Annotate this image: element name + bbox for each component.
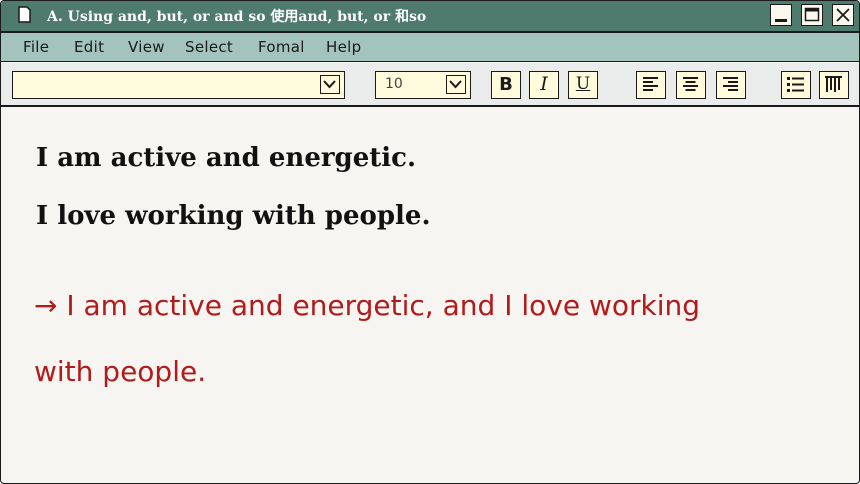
columns-icon [825,76,842,92]
minimize-button[interactable] [770,4,792,26]
bullet-list-icon [787,77,804,92]
sentence-one: I am active and energetic. [36,143,417,173]
align-left-icon [643,77,658,91]
menu-file[interactable]: File [23,38,49,56]
toolbar: 10 B I U [1,63,859,107]
document-area[interactable]: I am active and energetic. I love workin… [1,107,859,483]
chevron-down-icon [323,80,336,89]
title-bar[interactable]: A. Using and, but, or and so 使用and, but,… [1,1,859,33]
font-dropdown-button[interactable] [320,75,340,94]
underline-button[interactable]: U [568,71,598,99]
underline-label: U [575,74,591,94]
maximize-icon [804,7,820,22]
menu-format[interactable]: Fomal [258,38,305,56]
font-family-select[interactable] [12,71,345,99]
menu-select[interactable]: Select [185,38,233,56]
columns-button[interactable] [819,71,849,99]
maximize-button[interactable] [801,4,823,26]
font-size-value: 10 [385,76,403,92]
minimize-icon [775,19,787,22]
align-left-button[interactable] [636,71,666,99]
chevron-down-icon [449,80,462,89]
window-title: A. Using and, but, or and so 使用and, but,… [47,9,427,25]
bold-label: B [499,74,513,95]
close-icon [836,8,850,22]
menu-edit[interactable]: Edit [74,38,104,56]
align-right-button[interactable] [716,71,746,99]
align-center-button[interactable] [676,71,706,99]
menu-bar: File Edit View Select Fomal Help [1,33,859,62]
answer-line-two: with people. [34,355,207,388]
bullet-list-button[interactable] [781,71,811,99]
size-dropdown-button[interactable] [446,75,466,94]
align-center-icon [683,77,698,91]
bold-button[interactable]: B [491,71,521,99]
close-button[interactable] [832,4,854,26]
menu-help[interactable]: Help [326,38,361,56]
editor-window: A. Using and, but, or and so 使用and, but,… [0,0,860,484]
font-size-select[interactable]: 10 [375,71,471,99]
menu-view[interactable]: View [128,38,165,56]
sentence-two: I love working with people. [36,201,431,231]
italic-label: I [540,73,548,95]
align-right-icon [723,77,738,91]
document-icon [18,6,31,23]
italic-button[interactable]: I [529,71,559,99]
answer-line-one: → I am active and energetic, and I love … [34,289,701,322]
